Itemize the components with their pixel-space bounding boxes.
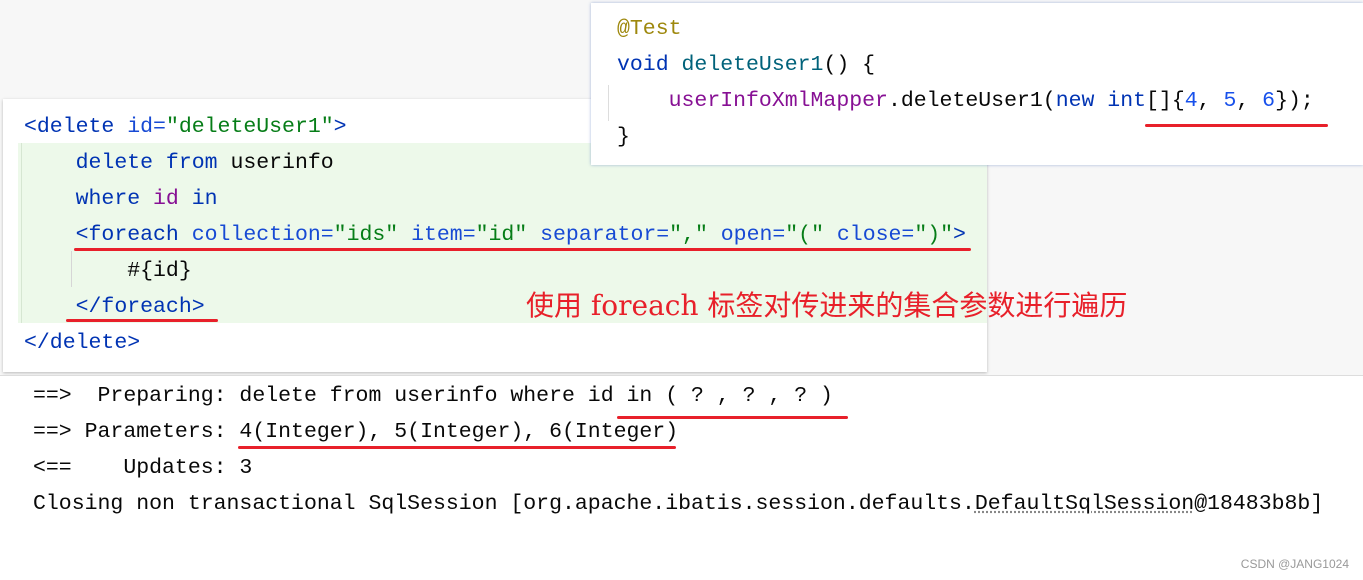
console-line: ==> Parameters: 4(Integer), 5(Integer), … — [33, 420, 679, 444]
code-token: <delete — [24, 115, 128, 139]
code-token: new — [1055, 89, 1108, 113]
code-token: userinfo — [230, 151, 334, 175]
code-token: id= — [127, 115, 166, 139]
indent-guide — [608, 85, 609, 121]
code-line: void deleteUser1() { — [617, 47, 875, 83]
code-line: userInfoXmlMapper.deleteUser1(new int[]{… — [617, 83, 1314, 119]
code-line: } — [617, 119, 630, 155]
code-token: 4 — [1184, 89, 1198, 113]
code-line: </delete> — [24, 325, 140, 361]
code-token: > — [953, 223, 966, 247]
code-line: where id in — [24, 181, 218, 217]
red-underline — [238, 446, 676, 449]
code-token: , — [1236, 89, 1263, 113]
red-underline — [617, 416, 848, 419]
code-token: item= — [411, 223, 476, 247]
code-token: .deleteUser1( — [887, 89, 1056, 113]
code-line: #{id} — [24, 253, 192, 289]
red-underline — [66, 319, 218, 322]
code-token: 6 — [1262, 89, 1276, 113]
code-token: deleteUser1 — [681, 53, 824, 77]
code-token: 5 — [1223, 89, 1237, 113]
console-text: Closing non transactional SqlSession [or… — [33, 492, 975, 516]
console-line: Closing non transactional SqlSession [or… — [33, 486, 1323, 522]
code-token: </foreach> — [75, 295, 205, 319]
code-token: in — [191, 187, 218, 211]
code-line: delete from userinfo — [24, 145, 334, 181]
console-line: ==> Preparing: delete from userinfo wher… — [33, 384, 833, 408]
code-token: #{id} — [24, 259, 192, 283]
annotation-text: 使用 foreach 标签对传进来的集合参数进行遍历 — [526, 289, 1128, 322]
console-output: ==> Preparing: delete from userinfo wher… — [0, 375, 1363, 580]
code-token: where — [75, 187, 154, 211]
code-token: open= — [720, 223, 786, 247]
code-token: "id" — [475, 223, 541, 247]
code-line: @Test — [617, 11, 682, 47]
code-token: </delete> — [24, 331, 141, 355]
code-token: delete from — [75, 151, 231, 175]
code-token: , — [1197, 89, 1224, 113]
code-token: @Test — [617, 17, 682, 41]
code-token: "deleteUser1" — [165, 115, 334, 139]
code-token: "," — [669, 223, 721, 247]
code-token: <foreach — [75, 223, 192, 247]
code-token: ")" — [914, 223, 954, 247]
code-token: } — [617, 125, 630, 149]
red-underline — [1145, 124, 1328, 127]
code-token: []{ — [1146, 89, 1185, 113]
code-token: > — [333, 115, 347, 139]
indent-guide — [21, 143, 22, 323]
code-token: id — [153, 187, 192, 211]
code-token: "(" — [785, 223, 837, 247]
code-token: collection= — [191, 223, 334, 247]
code-token: () { — [823, 53, 876, 77]
watermark: CSDN @JANG1024 — [1240, 557, 1349, 571]
code-token: close= — [836, 223, 915, 247]
console-text: @18483b8b] — [1194, 492, 1324, 516]
code-token: void — [617, 53, 682, 77]
code-line: <delete id="deleteUser1"> — [24, 109, 347, 145]
red-underline — [74, 248, 971, 251]
code-token: userInfoXmlMapper — [668, 89, 888, 113]
console-line: <== Updates: 3 — [33, 456, 253, 480]
test-method-editor: @Test void deleteUser1() { userInfoXmlMap… — [591, 3, 1363, 165]
code-token: separator= — [540, 223, 670, 247]
code-token: "ids" — [333, 223, 412, 247]
code-token: }); — [1275, 89, 1314, 113]
code-token: int — [1107, 89, 1147, 113]
session-class-link[interactable]: DefaultSqlSession — [975, 492, 1194, 516]
